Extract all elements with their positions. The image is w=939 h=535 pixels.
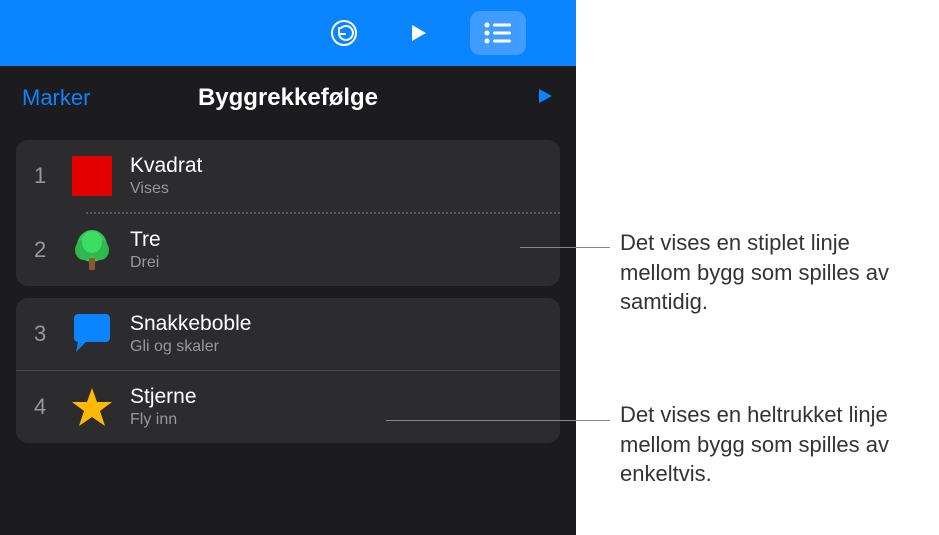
build-row[interactable]: 1 Kvadrat Vises — [16, 140, 560, 212]
undo-icon — [329, 18, 359, 48]
build-text: Snakkeboble Gli og skaler — [130, 312, 251, 356]
play-button[interactable] — [396, 11, 440, 55]
undo-button[interactable] — [322, 11, 366, 55]
build-effect: Vises — [130, 180, 202, 198]
build-group: 1 Kvadrat Vises 2 — [16, 140, 560, 286]
square-icon — [70, 154, 114, 198]
preview-play-button[interactable] — [536, 87, 554, 110]
build-list-button[interactable] — [470, 11, 526, 55]
build-effect: Drei — [130, 254, 161, 272]
build-text: Tre Drei — [130, 228, 161, 272]
build-row[interactable]: 3 Snakkeboble Gli og skaler — [16, 298, 560, 370]
build-number: 2 — [34, 237, 70, 263]
toolbar — [0, 0, 576, 66]
build-number: 1 — [34, 163, 70, 189]
build-title: Kvadrat — [130, 154, 202, 178]
build-title: Snakkeboble — [130, 312, 251, 336]
list-icon — [483, 21, 513, 45]
build-number: 3 — [34, 321, 70, 347]
build-title: Stjerne — [130, 385, 197, 409]
callout-line-dotted — [520, 247, 610, 248]
callout-dotted: Det vises en stiplet linje mellom bygg s… — [620, 228, 920, 317]
subheader: Marker Byggrekkefølge — [0, 66, 576, 132]
speech-bubble-icon — [70, 312, 114, 356]
star-icon — [70, 385, 114, 429]
build-group: 3 Snakkeboble Gli og skaler 4 — [16, 298, 560, 443]
build-row[interactable]: 2 Tre Drei — [16, 214, 560, 286]
build-title: Tre — [130, 228, 161, 252]
marker-link[interactable]: Marker — [22, 85, 90, 111]
play-icon — [536, 87, 554, 105]
callout-solid: Det vises en heltrukket linje mellom byg… — [620, 400, 920, 489]
build-list: 1 Kvadrat Vises 2 — [0, 132, 576, 451]
build-row[interactable]: 4 Stjerne Fly inn — [16, 371, 560, 443]
callout-line-solid — [386, 420, 610, 421]
build-effect: Gli og skaler — [130, 338, 251, 356]
build-number: 4 — [34, 394, 70, 420]
build-effect: Fly inn — [130, 411, 197, 429]
tree-icon — [70, 228, 114, 272]
build-text: Stjerne Fly inn — [130, 385, 197, 429]
page-title: Byggrekkefølge — [20, 84, 556, 112]
play-icon — [406, 21, 430, 45]
build-order-panel: Marker Byggrekkefølge 1 Kvadrat Vises 2 — [0, 0, 576, 535]
build-text: Kvadrat Vises — [130, 154, 202, 198]
